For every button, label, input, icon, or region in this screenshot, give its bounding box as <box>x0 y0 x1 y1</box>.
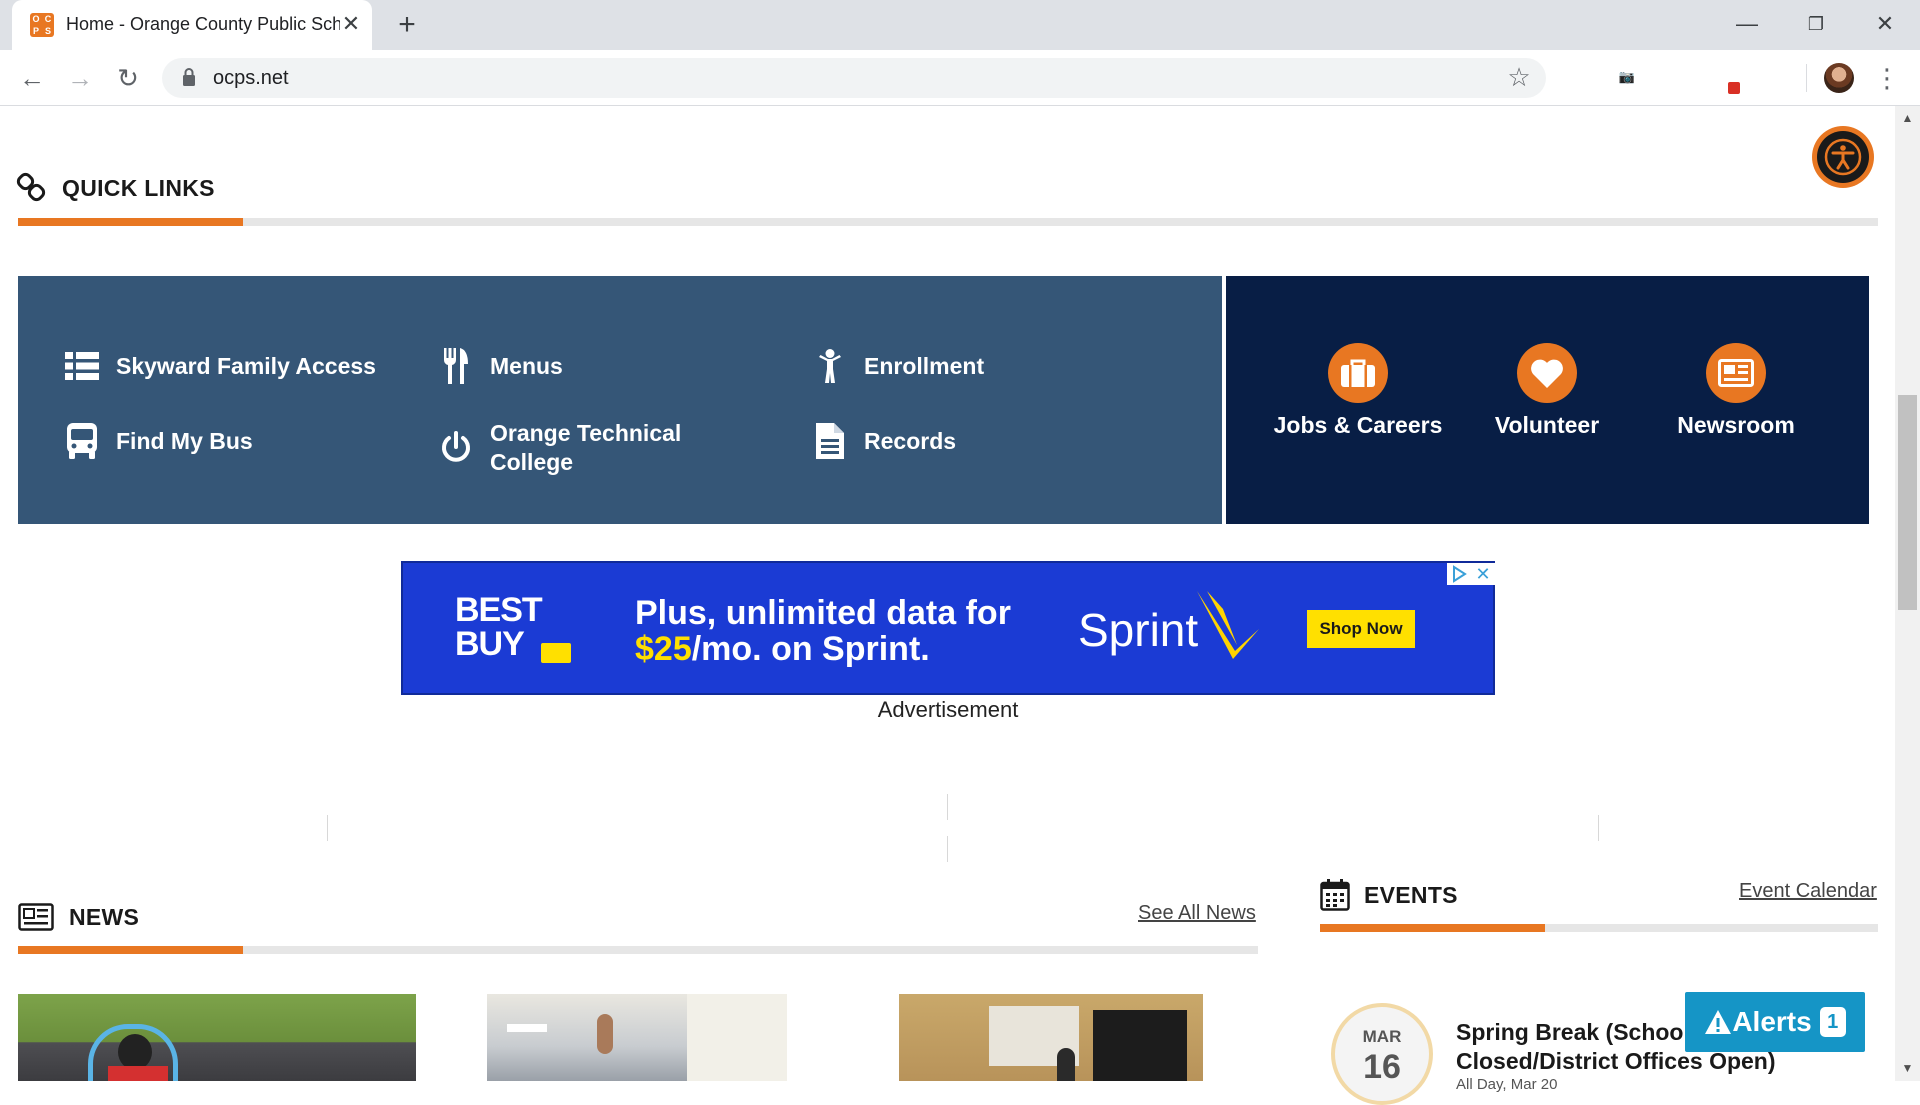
alerts-count-badge: 1 <box>1819 1007 1846 1037</box>
ad-headline: Plus, unlimited data for $25/mo. on Spri… <box>635 594 1011 668</box>
menus-link[interactable]: Menus <box>438 348 563 384</box>
best-buy-tag-icon <box>541 643 571 663</box>
newspaper-icon <box>18 903 54 931</box>
accessibility-icon <box>1817 131 1869 183</box>
screenshot-extension-icon[interactable]: 📷 <box>1614 64 1640 90</box>
news-accent <box>18 946 243 954</box>
address-bar[interactable] <box>162 58 1546 98</box>
divider <box>947 836 948 862</box>
child-icon <box>812 348 848 384</box>
jobs-careers-label: Jobs & Careers <box>1273 412 1443 438</box>
alerts-label: Alerts <box>1732 1006 1812 1037</box>
see-all-news-link[interactable]: See All News <box>1138 902 1256 925</box>
divider <box>327 815 328 841</box>
menus-label: Menus <box>490 352 563 379</box>
skyward-family-access-link[interactable]: Skyward Family Access <box>64 348 376 384</box>
volunteer-link[interactable]: Volunteer <box>1462 343 1632 440</box>
newsroom-link[interactable]: Newsroom <box>1651 343 1821 440</box>
events-accent <box>1320 924 1545 932</box>
new-tab-button[interactable]: + <box>390 8 424 42</box>
calendar-icon <box>1320 879 1350 911</box>
power-icon <box>438 430 474 466</box>
orange-technical-college-label: Orange Technical College <box>490 420 682 475</box>
quick-links-panel <box>18 276 1222 524</box>
records-label: Records <box>864 427 957 454</box>
newspaper-icon <box>1706 343 1766 403</box>
m-extension-icon[interactable]: m <box>1758 64 1784 90</box>
find-my-bus-link[interactable]: Find My Bus <box>64 423 253 459</box>
volunteer-label: Volunteer <box>1494 412 1600 438</box>
news-title: NEWS <box>69 904 140 930</box>
warning-icon <box>1705 1010 1732 1034</box>
heart-icon <box>1517 343 1577 403</box>
quick-links-title: QUICK LINKS <box>62 175 215 201</box>
jobs-careers-link[interactable]: Jobs & Careers <box>1273 343 1443 440</box>
reload-icon[interactable]: ↻ <box>110 60 146 96</box>
sprint-logo: Sprint <box>1078 604 1199 656</box>
grammarly-extension-icon[interactable]: G <box>1566 64 1592 90</box>
profile-avatar[interactable] <box>1824 63 1854 93</box>
utensils-icon <box>438 348 474 384</box>
enrollment-link[interactable]: Enrollment <box>812 348 984 384</box>
ad-choices-icon[interactable] <box>1447 563 1471 585</box>
sprint-swoosh-icon <box>1197 591 1259 659</box>
scroll-up-arrow-icon[interactable]: ▲ <box>1895 108 1920 128</box>
event-time: All Day, Mar 20 <box>1456 1076 1558 1093</box>
news-photo-school[interactable] <box>899 994 1203 1081</box>
browser-tab[interactable]: OCPS Home - Orange County Public Schools… <box>12 0 372 50</box>
orange-technical-college-link[interactable]: Orange Technical College <box>438 419 728 477</box>
url-text[interactable]: ocps.net <box>213 67 289 90</box>
quick-links-accent <box>18 218 243 226</box>
briefcase-icon <box>1328 343 1388 403</box>
find-my-bus-label: Find My Bus <box>116 427 253 454</box>
scrollbar-thumb[interactable] <box>1898 395 1917 610</box>
link-icon <box>16 172 46 202</box>
document-icon <box>812 423 848 459</box>
browser-menu-icon[interactable]: ⋮ <box>1874 62 1900 94</box>
forward-arrow-icon[interactable]: → <box>62 60 98 96</box>
wall-panel <box>687 994 787 1081</box>
bus-icon <box>64 423 100 459</box>
newsroom-label: Newsroom <box>1677 412 1795 438</box>
tab-title: Home - Orange County Public Schools <box>66 14 340 34</box>
driver-shirt <box>108 1066 168 1081</box>
enrollment-label: Enrollment <box>864 352 985 379</box>
advertisement-caption: Advertisement <box>877 697 1019 722</box>
lock-icon[interactable] <box>182 67 196 87</box>
accessibility-button[interactable] <box>1812 126 1874 188</box>
close-window-button[interactable]: ✕ <box>1860 6 1910 42</box>
news-photo-classroom[interactable] <box>487 994 787 1081</box>
bookmark-star-icon[interactable]: ☆ <box>1504 62 1534 92</box>
toolbar-divider <box>1806 64 1807 92</box>
events-title: EVENTS <box>1364 882 1458 908</box>
event-date-badge: MAR 16 <box>1331 1003 1433 1105</box>
shop-now-button[interactable]: Shop Now <box>1307 610 1415 648</box>
records-link[interactable]: Records <box>812 423 956 459</box>
event-day: 16 <box>1363 1048 1401 1086</box>
divider <box>947 794 948 820</box>
skyward-family-access-label: Skyward Family Access <box>116 352 376 379</box>
person <box>1057 1048 1075 1081</box>
ad-close-icon[interactable]: ✕ <box>1471 563 1495 585</box>
ceiling-light <box>507 1024 547 1032</box>
helmet <box>118 1034 152 1070</box>
event-month: MAR <box>1362 1027 1402 1046</box>
event-calendar-link[interactable]: Event Calendar <box>1739 880 1877 903</box>
quick-links-underline <box>18 218 1878 226</box>
divider <box>1598 815 1599 841</box>
tv-screen <box>1093 1010 1187 1081</box>
scroll-down-arrow-icon[interactable]: ▼ <box>1895 1058 1920 1078</box>
restore-button[interactable]: ❐ <box>1791 6 1841 42</box>
list-icon <box>64 348 100 384</box>
advertisement-banner[interactable]: BEST BUY Plus, unlimited data for $25/mo… <box>401 561 1495 695</box>
sync-extension-icon[interactable]: ⟳ <box>1662 64 1688 90</box>
ocps-favicon-icon: OCPS <box>30 13 54 37</box>
minimize-button[interactable]: — <box>1722 6 1772 42</box>
back-arrow-icon[interactable]: ← <box>14 60 50 96</box>
tab-close-icon[interactable]: ✕ <box>338 11 364 37</box>
extension-error-badge <box>1728 82 1740 94</box>
news-photo-race[interactable] <box>18 994 416 1081</box>
alerts-button[interactable]: Alerts 1 <box>1685 992 1865 1052</box>
raised-arm <box>597 1014 613 1054</box>
